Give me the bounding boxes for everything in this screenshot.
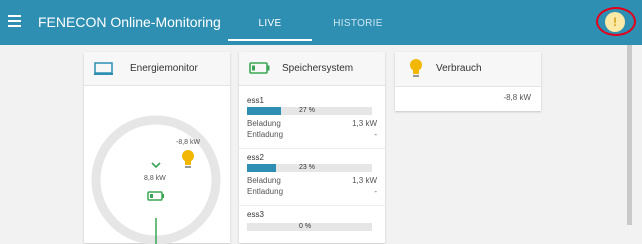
grid-value: 8,8 kW xyxy=(144,175,166,182)
verbrauch-value: -8,8 kW xyxy=(503,93,531,102)
alert-icon[interactable]: ! xyxy=(605,12,625,32)
speichersystem-title: Speichersystem xyxy=(282,63,354,74)
soc-label: 27 % xyxy=(299,107,315,114)
entladung-row: Entladung - xyxy=(239,187,385,198)
entladung-value: - xyxy=(374,187,377,196)
ess-item: ess3 0 % xyxy=(239,206,385,240)
scrollbar[interactable] xyxy=(627,45,632,225)
soc-bar: 0 % xyxy=(247,223,372,231)
speichersystem-header: Speichersystem xyxy=(239,52,385,86)
lightbulb-icon xyxy=(182,150,194,168)
verbrauch-header: Verbrauch xyxy=(395,52,541,87)
app-title: FENECON Online-Monitoring xyxy=(38,14,221,30)
beladung-row: Beladung 1,3 kW xyxy=(239,176,385,187)
ess-name: ess1 xyxy=(247,96,264,105)
consumption-value: -8,8 kW xyxy=(176,139,201,146)
entladung-row: Entladung - xyxy=(239,130,385,141)
soc-bar-fill xyxy=(247,107,281,115)
energiemonitor-card: Energiemonitor -8,8 kW 8,8 kW xyxy=(84,52,230,244)
soc-bar: 27 % xyxy=(247,107,372,115)
beladung-label: Beladung xyxy=(247,176,281,185)
entladung-label: Entladung xyxy=(247,187,284,196)
verbrauch-card: Verbrauch -8,8 kW xyxy=(395,52,541,111)
verbrauch-title: Verbrauch xyxy=(436,63,482,74)
ess-item: ess1 27 % Beladung 1,3 kW Entladung - xyxy=(239,92,385,149)
chevron-down-icon xyxy=(151,162,161,169)
battery-icon xyxy=(249,62,270,74)
ess-name: ess2 xyxy=(247,153,264,162)
lightbulb-icon xyxy=(410,59,422,77)
ess-name: ess3 xyxy=(247,210,264,219)
entladung-label: Entladung xyxy=(247,130,284,139)
energiemonitor-header: Energiemonitor xyxy=(84,52,230,86)
soc-label: 23 % xyxy=(299,164,315,171)
beladung-value: 1,3 kW xyxy=(352,176,377,185)
active-tab-indicator xyxy=(228,39,312,41)
tab-historie[interactable]: HISTORIE xyxy=(318,18,398,29)
top-app-bar: FENECON Online-Monitoring LIVE HISTORIE … xyxy=(0,0,642,45)
beladung-label: Beladung xyxy=(247,119,281,128)
entladung-value: - xyxy=(374,130,377,139)
tab-live[interactable]: LIVE xyxy=(230,18,310,29)
speichersystem-card: Speichersystem ess1 27 % Beladung 1,3 kW… xyxy=(239,52,385,243)
beladung-row: Beladung 1,3 kW xyxy=(239,119,385,130)
soc-bar-fill xyxy=(247,164,276,172)
soc-bar: 23 % xyxy=(247,164,372,172)
battery-icon xyxy=(147,191,164,201)
monitor-icon xyxy=(94,62,113,75)
hamburger-menu-icon[interactable] xyxy=(8,15,21,28)
energiemonitor-title: Energiemonitor xyxy=(130,63,198,74)
beladung-value: 1,3 kW xyxy=(352,119,377,128)
ess-item: ess2 23 % Beladung 1,3 kW Entladung - xyxy=(239,149,385,206)
soc-label: 0 % xyxy=(299,223,312,230)
